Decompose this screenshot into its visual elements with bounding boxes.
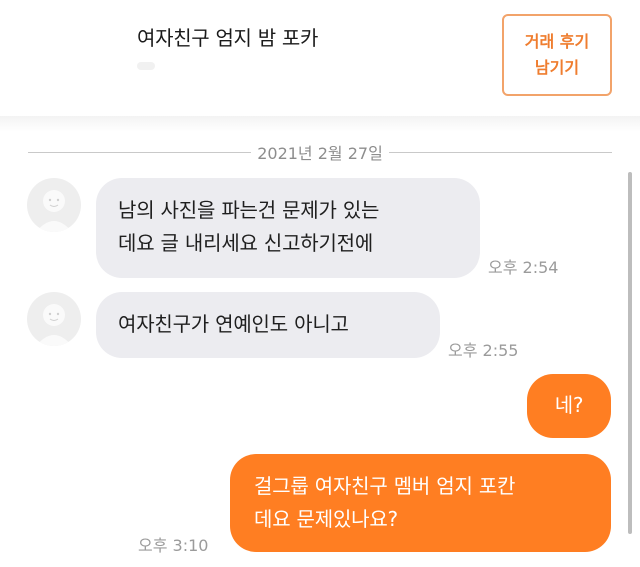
- review-button-line-1: 거래 후기: [524, 32, 590, 51]
- message-line: 여자친구가 연예인도 아니고: [118, 312, 349, 336]
- message-timestamp: 오후 2:55: [448, 341, 519, 360]
- message-line: 데요 문제있나요?: [254, 507, 398, 531]
- date-label: 2021년 2월 27일: [257, 144, 383, 163]
- message-bubble-outgoing[interactable]: 걸그룹 여자친구 멤버 엄지 포칸 데요 문제있나요?: [230, 454, 611, 552]
- avatar-icon[interactable]: [27, 292, 81, 346]
- avatar-icon[interactable]: [27, 178, 81, 232]
- default-profile-avatar-icon: [36, 190, 72, 232]
- message-timestamp: 오후 3:10: [138, 536, 209, 555]
- message-line: 걸그룹 여자친구 멤버 엄지 포칸: [254, 474, 516, 498]
- date-separator: 2021년 2월 27일: [28, 140, 612, 164]
- listing-title[interactable]: 여자친구 엄지 밤 포카: [137, 22, 318, 51]
- header-divider: [0, 116, 640, 132]
- message-line: 남의 사진을 파는건 문제가 있는: [118, 198, 380, 222]
- date-line-right: [388, 151, 612, 153]
- default-profile-avatar-icon: [36, 304, 72, 346]
- chat-header: 여자친구 엄지 밤 포카 거래 후기 남기기: [0, 0, 640, 118]
- message-bubble-outgoing[interactable]: 네?: [527, 374, 611, 438]
- review-button-line-2: 남기기: [534, 58, 580, 77]
- date-line-left: [28, 151, 252, 153]
- message-timestamp: 오후 2:54: [488, 258, 559, 277]
- scrollbar[interactable]: [628, 172, 632, 534]
- listing-subtitle-placeholder: [137, 62, 155, 70]
- message-bubble-incoming[interactable]: 남의 사진을 파는건 문제가 있는 데요 글 내리세요 신고하기전에: [96, 178, 480, 278]
- message-line: 네?: [554, 393, 584, 417]
- leave-review-button[interactable]: 거래 후기 남기기: [502, 14, 612, 96]
- message-bubble-incoming[interactable]: 여자친구가 연예인도 아니고: [96, 292, 440, 358]
- message-line: 데요 글 내리세요 신고하기전에: [118, 231, 374, 255]
